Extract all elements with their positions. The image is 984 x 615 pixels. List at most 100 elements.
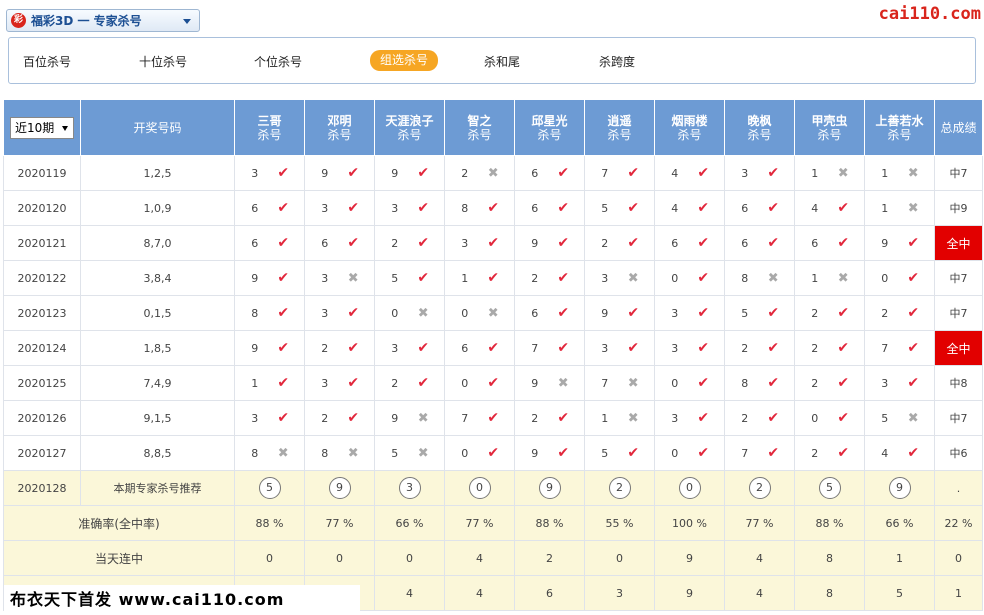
kill-cell: 8 ✔ xyxy=(234,295,305,331)
kill-cell: 9 ✔ xyxy=(234,260,305,296)
period-select[interactable]: 近10期 xyxy=(10,116,74,139)
stat-label: 准确率(全中率) xyxy=(3,505,235,541)
watermark-banner: 布衣天下首发 www.cai110.com xyxy=(4,585,360,615)
kill-cell: 2 ✔ xyxy=(724,330,795,366)
kill-cell-content: 9 ✔ xyxy=(375,165,444,181)
kill-cell-content: 9 ✔ xyxy=(515,235,584,251)
draw-cell: 9,1,5 xyxy=(80,400,235,436)
check-icon: ✔ xyxy=(627,235,640,251)
kill-cell: 0 ✔ xyxy=(444,365,515,401)
stat-value: 4 xyxy=(724,540,795,576)
stat-value: 100 % xyxy=(654,505,725,541)
kill-cell-content: 7 ✖ xyxy=(585,376,654,391)
kill-cell: 6 ✔ xyxy=(654,225,725,261)
expert-header: 智之 杀号 xyxy=(444,99,515,156)
recommend-number: 2 xyxy=(608,477,631,499)
expert-header: 三哥 杀号 xyxy=(234,99,305,156)
kill-cell: 6 ✔ xyxy=(724,225,795,261)
draw-cell: 8,8,5 xyxy=(80,435,235,471)
expert-name: 烟雨楼 xyxy=(671,113,708,128)
kill-cell: 3 ✔ xyxy=(234,400,305,436)
table-row: 2020124 1,8,5 9 ✔ 2 ✔ 3 ✔ 6 ✔ 7 ✔ 3 ✔ 3 ✔ 2 ✔ 2 ✔ 7 ✔ 全中 xyxy=(3,330,983,366)
recommend-number: 2 xyxy=(748,477,771,499)
kill-cell: 5 ✖ xyxy=(864,400,935,436)
kill-cell: 2 ✔ xyxy=(514,400,585,436)
check-icon: ✔ xyxy=(417,165,430,181)
tab-span-kill[interactable]: 杀跨度 xyxy=(599,52,635,72)
kill-cell: 6 ✔ xyxy=(304,225,375,261)
cross-icon: ✖ xyxy=(277,445,289,461)
expert-name: 邓明 xyxy=(327,113,352,128)
kill-number: 9 xyxy=(391,411,399,425)
issue-cell: 2020127 xyxy=(3,435,81,471)
stat-value: 6 xyxy=(514,575,585,611)
kill-cell-content: 2 ✔ xyxy=(585,235,654,251)
kill-number: 0 xyxy=(461,376,469,390)
expert-header: 邓明 杀号 xyxy=(304,99,375,156)
expert-name: 智之 xyxy=(467,113,492,128)
kill-cell: 1 ✔ xyxy=(234,365,305,401)
issue-cell: 2020124 xyxy=(3,330,81,366)
check-icon: ✔ xyxy=(277,340,290,356)
tab-units-kill[interactable]: 个位杀号 xyxy=(254,52,302,72)
kill-cell: 6 ✔ xyxy=(514,190,585,226)
tab-tens-kill[interactable]: 十位杀号 xyxy=(139,52,187,72)
kill-cell: 3 ✖ xyxy=(304,260,375,296)
kill-number: 6 xyxy=(251,236,259,250)
kill-cell-content: 1 ✔ xyxy=(235,375,304,391)
kill-number: 2 xyxy=(391,376,399,390)
kill-number: 7 xyxy=(461,411,469,425)
kill-cell-content: 6 ✔ xyxy=(445,340,514,356)
kill-cell-content: 3 ✔ xyxy=(305,305,374,321)
kill-cell: 4 ✔ xyxy=(654,155,725,191)
kill-cell-content: 1 ✖ xyxy=(865,166,934,181)
check-icon: ✔ xyxy=(417,200,430,216)
expert-name: 天涯浪子 xyxy=(385,113,434,128)
cross-icon: ✖ xyxy=(417,305,429,321)
kill-cell-content: 6 ✔ xyxy=(725,200,794,216)
issue-cell: 2020119 xyxy=(3,155,81,191)
kill-number: 0 xyxy=(461,306,469,320)
stat-value: 9 xyxy=(654,575,725,611)
kill-cell-content: 0 ✔ xyxy=(795,410,864,426)
kill-cell: 7 ✔ xyxy=(864,330,935,366)
kill-cell-content: 8 ✖ xyxy=(305,446,374,461)
chevron-down-icon xyxy=(183,19,191,24)
recommend-number: 5 xyxy=(258,477,281,499)
kill-cell-content: 2 ✔ xyxy=(795,445,864,461)
kill-cell: 2 ✖ xyxy=(444,155,515,191)
tab-hundreds-kill[interactable]: 百位杀号 xyxy=(23,52,71,72)
kill-cell-content: 1 ✖ xyxy=(865,201,934,216)
kill-cell: 0 ✖ xyxy=(444,295,515,331)
kill-cell: 5 ✔ xyxy=(724,295,795,331)
stat-value: 8 xyxy=(794,575,865,611)
kill-cell-content: 4 ✔ xyxy=(655,200,724,216)
stat-value: 88 % xyxy=(234,505,305,541)
check-icon: ✔ xyxy=(837,445,850,461)
expert-name: 邱星光 xyxy=(531,113,568,128)
kill-cell: 7 ✖ xyxy=(584,365,655,401)
tab-sum-tail-kill[interactable]: 杀和尾 xyxy=(484,52,520,72)
kill-number: 2 xyxy=(531,271,539,285)
recommend-cell: 2 xyxy=(584,470,655,506)
expert-header: 天涯浪子 杀号 xyxy=(374,99,445,156)
kill-number: 3 xyxy=(461,236,469,250)
kill-cell: 7 ✔ xyxy=(584,155,655,191)
kill-number: 1 xyxy=(811,166,819,180)
kill-number: 0 xyxy=(461,446,469,460)
kill-cell-content: 0 ✔ xyxy=(445,445,514,461)
total-cell: 中6 xyxy=(934,435,983,471)
kill-cell: 6 ✔ xyxy=(514,295,585,331)
kill-number: 9 xyxy=(321,166,329,180)
check-icon: ✔ xyxy=(277,165,290,181)
lottery-select[interactable]: 彩 福彩3D 一 专家杀号 xyxy=(6,9,200,32)
kill-cell: 8 ✖ xyxy=(304,435,375,471)
site-logo[interactable]: cai110.com xyxy=(879,4,981,24)
total-cell: 中7 xyxy=(934,295,983,331)
kill-cell-content: 0 ✔ xyxy=(655,445,724,461)
kill-cell-content: 6 ✔ xyxy=(515,305,584,321)
kill-cell-content: 4 ✔ xyxy=(655,165,724,181)
kill-cell: 5 ✔ xyxy=(584,190,655,226)
tab-group-kill[interactable]: 组选杀号 xyxy=(370,50,439,71)
stat-value: 8 xyxy=(794,540,865,576)
